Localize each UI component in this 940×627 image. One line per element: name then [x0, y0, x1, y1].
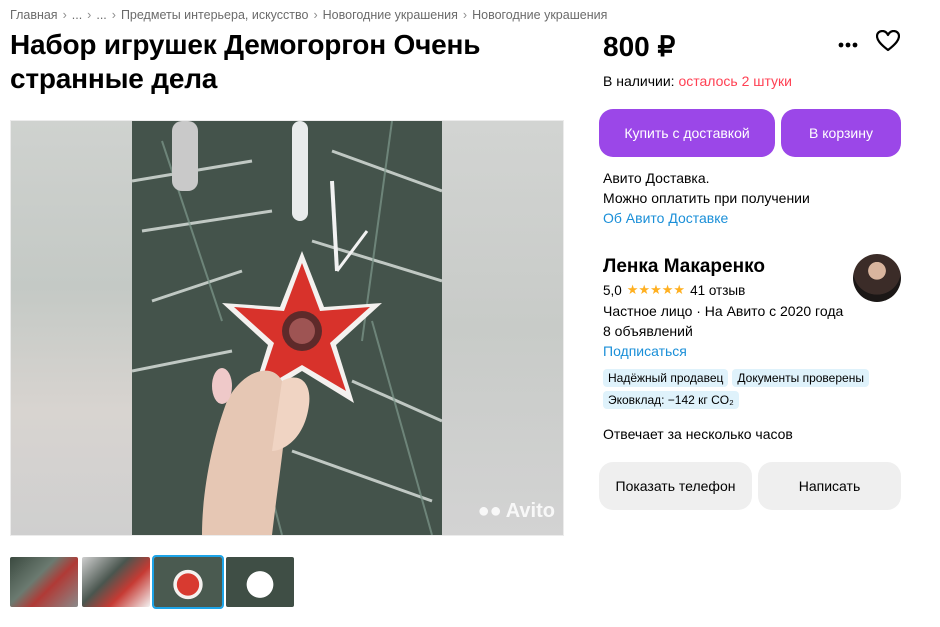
photo-image: [132, 121, 442, 535]
breadcrumb-ellipsis-1[interactable]: ...: [72, 8, 82, 22]
write-message-button[interactable]: Написать: [758, 462, 901, 510]
page-title: Набор игрушек Демогоргон Очень странные …: [10, 29, 481, 94]
avatar[interactable]: [853, 254, 901, 302]
delivery-link[interactable]: Об Авито Доставке: [603, 208, 810, 228]
rating-value: 5,0: [603, 282, 622, 298]
thumbnail-3[interactable]: [152, 555, 224, 609]
breadcrumb-new-year-2[interactable]: Новогодние украшения: [472, 8, 607, 22]
delivery-line-2: Можно оплатить при получении: [603, 190, 810, 206]
photo-blur-right: [442, 121, 563, 535]
breadcrumb: Главная › ... › ... › Предметы интерьера, и…: [10, 8, 608, 22]
delivery-info: Авито Доставка. Можно оплатить при получ…: [603, 168, 810, 228]
ornament-photo: [132, 121, 442, 535]
avito-watermark: ●● Avito: [478, 500, 555, 523]
avito-watermark-icon: ●●: [477, 500, 502, 522]
delivery-line-1: Авито Доставка.: [603, 170, 710, 186]
seller-type: Частное лицо · На Авито с 2020 года: [603, 303, 844, 319]
subscribe-link[interactable]: Подписаться: [603, 341, 843, 361]
breadcrumb-ellipsis-2[interactable]: ...: [96, 8, 106, 22]
thumbnail-1[interactable]: [10, 557, 78, 607]
buy-with-delivery-button[interactable]: Купить с доставкой: [599, 109, 775, 157]
stock-status: В наличии: осталось 2 штуки: [603, 73, 792, 89]
watermark-text: Avito: [505, 500, 555, 522]
badge-documents-verified[interactable]: Документы проверены: [732, 369, 869, 387]
seller-info: Частное лицо · На Авито с 2020 года 8 об…: [603, 301, 843, 361]
seller-name[interactable]: Ленка Макаренко: [603, 256, 765, 278]
main-photo[interactable]: ●● Avito: [10, 120, 564, 536]
reviews-count[interactable]: 41 отзыв: [690, 283, 745, 298]
breadcrumb-new-year-1[interactable]: Новогодние украшения: [323, 8, 458, 22]
rating-stars: ★★★★★: [626, 282, 686, 297]
add-to-cart-button[interactable]: В корзину: [781, 109, 901, 157]
thumbnail-2[interactable]: [82, 557, 150, 607]
breadcrumb-home[interactable]: Главная: [10, 8, 58, 22]
seller-rating: 5,0 ★★★★★ 41 отзыв: [603, 282, 745, 298]
stock-label: В наличии:: [603, 73, 675, 89]
seller-listings[interactable]: 8 объявлений: [603, 321, 843, 341]
seller-badges: Надёжный продавец Документы проверены Эк…: [603, 369, 903, 409]
photo-blur-left: [11, 121, 132, 535]
top-actions: [838, 29, 901, 57]
heart-icon[interactable]: [875, 29, 901, 57]
badge-eco-contribution[interactable]: Эковклад: −142 кг CO₂: [603, 391, 739, 409]
show-phone-button[interactable]: Показать телефон: [599, 462, 752, 510]
badge-reliable-seller[interactable]: Надёжный продавец: [603, 369, 729, 387]
price: 800 ₽: [603, 31, 676, 62]
thumbnail-4[interactable]: [226, 557, 294, 607]
stock-left: осталось 2 штуки: [678, 73, 792, 89]
more-dots-icon[interactable]: [838, 35, 858, 53]
reply-time: Отвечает за несколько часов: [603, 426, 793, 442]
breadcrumb-interior[interactable]: Предметы интерьера, искусство: [121, 8, 309, 22]
thumbnail-strip: [10, 555, 294, 609]
